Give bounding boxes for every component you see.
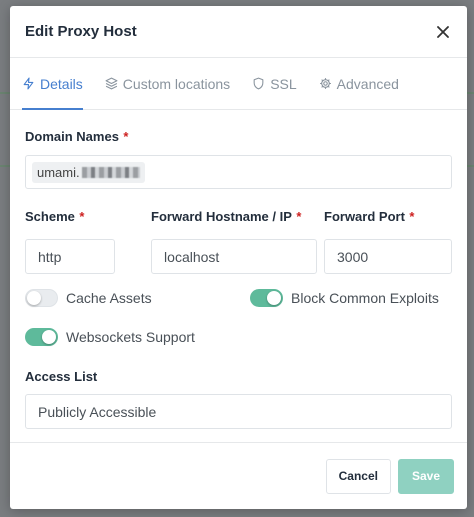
shield-icon: [253, 77, 264, 90]
forward-hostname-input[interactable]: localhost: [151, 239, 318, 274]
lightning-icon: [23, 77, 34, 90]
details-panel: Domain Names * umami. Scheme * http Forw…: [10, 128, 467, 429]
save-button[interactable]: Save: [397, 458, 454, 494]
domain-names-label: Domain Names: [25, 129, 119, 144]
scheme-value: http: [38, 248, 62, 265]
forward-row: Scheme * http Forward Hostname / IP * lo…: [25, 208, 452, 274]
gear-icon: [319, 78, 331, 89]
forward-hostname-label: Forward Hostname / IP: [151, 209, 292, 224]
required-mark: *: [296, 209, 302, 224]
modal-title: Edit Proxy Host: [25, 23, 137, 40]
access-list-label: Access List: [25, 369, 98, 384]
block-exploits-toggle-group: Block Common Exploits: [250, 289, 439, 307]
access-list-label-row: Access List: [25, 368, 452, 386]
block-common-exploits-label: Block Common Exploits: [291, 290, 439, 306]
redacted-domain: [81, 166, 140, 178]
close-button[interactable]: [433, 22, 453, 42]
tab-label: Custom locations: [122, 75, 231, 92]
tab-label: SSL: [270, 75, 297, 92]
cache-assets-label: Cache Assets: [66, 290, 152, 306]
cache-assets-toggle[interactable]: [25, 289, 58, 307]
forward-hostname-group: Forward Hostname / IP * localhost: [151, 208, 324, 274]
toggle-knob: [27, 291, 41, 305]
modal-header: Edit Proxy Host: [10, 6, 467, 58]
domain-names-label-row: Domain Names *: [25, 128, 452, 146]
forward-port-value: 3000: [337, 248, 369, 265]
tab-label: Advanced: [336, 75, 399, 92]
forward-port-group: Forward Port * 3000: [324, 208, 452, 274]
tab-custom-locations[interactable]: Custom locations: [105, 58, 230, 109]
cancel-button[interactable]: Cancel: [325, 458, 391, 494]
domain-chip[interactable]: umami.: [32, 161, 145, 183]
access-list-value: Publicly Accessible: [38, 403, 157, 420]
forward-port-label: Forward Port: [324, 209, 405, 224]
modal-footer: Cancel Save: [10, 442, 467, 509]
cache-assets-toggle-group: Cache Assets: [25, 289, 250, 307]
required-mark: *: [123, 129, 129, 144]
toggle-row-1: Cache Assets Block Common Exploits: [25, 289, 452, 307]
scheme-label: Scheme: [25, 209, 75, 224]
websockets-support-label: Websockets Support: [66, 329, 195, 345]
websockets-toggle-group: Websockets Support: [25, 328, 452, 346]
tab-details[interactable]: Details: [22, 58, 83, 110]
required-mark: *: [409, 209, 415, 224]
tab-advanced[interactable]: Advanced: [319, 58, 399, 109]
toggle-knob: [42, 330, 56, 344]
close-icon: [437, 25, 449, 38]
tab-ssl[interactable]: SSL: [252, 58, 297, 109]
forward-hostname-value: localhost: [164, 248, 220, 265]
scheme-group: Scheme * http: [25, 208, 128, 274]
access-list-select[interactable]: Publicly Accessible: [25, 394, 452, 429]
domain-names-input[interactable]: umami.: [25, 155, 452, 189]
tab-bar: Details Custom locations SSL Advanced: [10, 58, 467, 110]
scheme-input[interactable]: http: [25, 239, 115, 274]
layers-icon: [105, 77, 118, 90]
websockets-support-toggle[interactable]: [25, 328, 58, 346]
tab-label: Details: [40, 75, 83, 92]
toggle-knob: [267, 291, 281, 305]
forward-port-input[interactable]: 3000: [324, 239, 452, 274]
edit-proxy-host-dialog: Edit Proxy Host Details Custom locations…: [10, 6, 467, 509]
required-mark: *: [79, 209, 85, 224]
domain-chip-text: umami.: [37, 164, 80, 180]
block-common-exploits-toggle[interactable]: [250, 289, 283, 307]
